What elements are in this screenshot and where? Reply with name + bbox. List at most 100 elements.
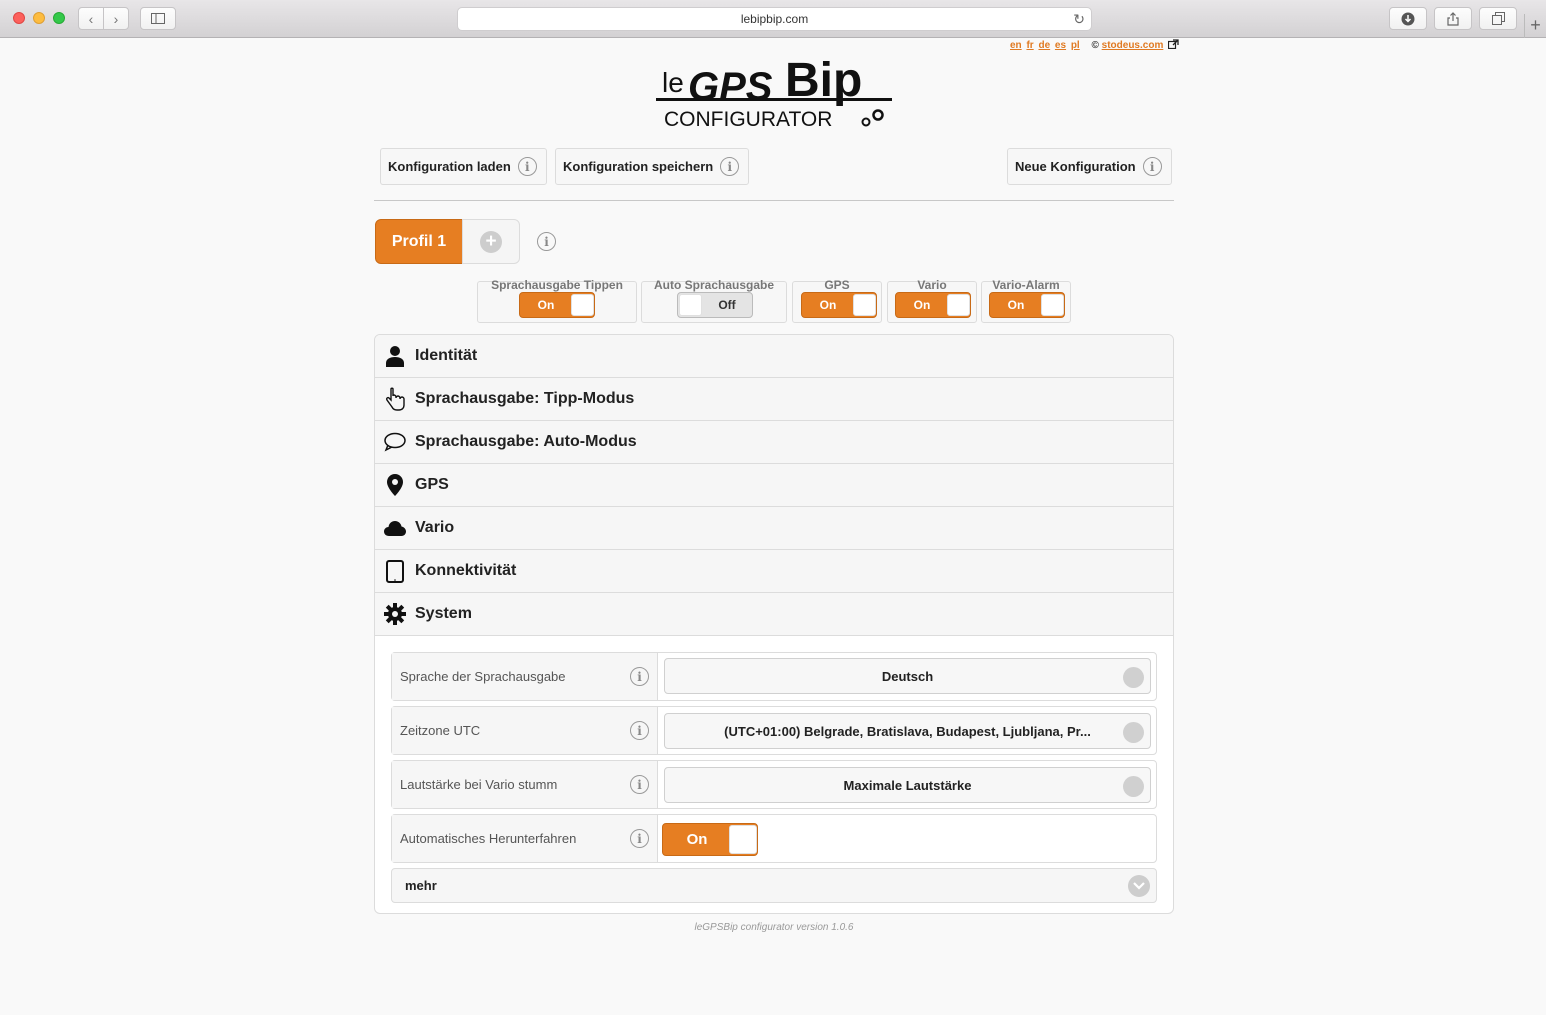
toggle-label: Vario-Alarm — [992, 278, 1060, 292]
toggle-knob — [853, 294, 876, 316]
new-config-button[interactable]: Neue Konfiguration i — [1007, 148, 1172, 185]
lang-en[interactable]: en — [1010, 40, 1022, 51]
toggle-knob — [679, 294, 702, 316]
map-marker-icon — [387, 474, 403, 496]
toggle-group-sprachausgabe-tippen: Sprachausgabe Tippen On — [477, 278, 637, 323]
share-button[interactable] — [1434, 7, 1472, 30]
toggle-gps[interactable]: On — [801, 292, 877, 318]
section-label: Identität — [415, 347, 478, 364]
lang-es[interactable]: es — [1055, 40, 1066, 51]
toggle-group-auto-sprachausgabe: Auto Sprachausgabe Off — [641, 278, 787, 323]
forward-button[interactable]: › — [103, 7, 129, 30]
info-icon[interactable]: i — [1142, 157, 1162, 176]
close-window-button[interactable] — [13, 12, 25, 24]
select-indicator-icon — [1123, 667, 1144, 688]
section-identitaet[interactable]: Identität — [375, 335, 1173, 378]
toggle-auto-sprachausgabe[interactable]: Off — [677, 292, 753, 318]
section-label: Sprachausgabe: Tipp-Modus — [415, 390, 635, 407]
add-profile-button[interactable]: + — [462, 219, 520, 264]
chevron-left-icon: ‹ — [88, 10, 94, 27]
sidebar-button[interactable] — [140, 7, 176, 30]
section-label: GPS — [415, 476, 449, 493]
lang-de[interactable]: de — [1038, 40, 1050, 51]
info-icon[interactable]: i — [537, 232, 556, 251]
toggle-knob — [571, 294, 594, 316]
lang-fr[interactable]: fr — [1026, 40, 1033, 51]
setting-label-container: Zeitzone UTC i — [392, 707, 658, 754]
zoom-window-button[interactable] — [53, 12, 65, 24]
toggle-knob — [947, 294, 970, 316]
toggle-vario[interactable]: On — [895, 292, 971, 318]
toggle-knob — [1041, 294, 1064, 316]
downloads-button[interactable] — [1389, 7, 1427, 30]
save-config-button[interactable]: Konfiguration speichern i — [555, 148, 750, 185]
external-link-icon[interactable] — [1168, 39, 1179, 50]
minimize-window-button[interactable] — [33, 12, 45, 24]
load-config-label: Konfiguration laden — [388, 159, 511, 174]
lang-pl[interactable]: pl — [1071, 40, 1080, 51]
setting-label-container: Lautstärke bei Vario stumm i — [392, 761, 658, 808]
language-links: en fr de es pl © stodeus.com — [1010, 39, 1179, 51]
info-icon[interactable]: i — [630, 829, 649, 848]
select-sprache[interactable]: Deutsch — [664, 658, 1151, 694]
toggle-state: On — [913, 298, 931, 312]
info-icon[interactable]: i — [630, 667, 649, 686]
speech-bubble-icon — [384, 432, 406, 452]
address-bar[interactable]: lebipbip.com ↻ — [457, 7, 1092, 31]
page: en fr de es pl © stodeus.com le GPS Bip … — [0, 38, 1546, 1015]
more-button[interactable]: mehr — [391, 868, 1157, 903]
section-tipp-modus[interactable]: Sprachausgabe: Tipp-Modus — [375, 378, 1173, 421]
setting-label-container: Automatisches Herunterfahren i — [392, 815, 658, 862]
toggle-group-gps: GPS On — [792, 278, 882, 323]
select-zeitzone[interactable]: (UTC+01:00) Belgrade, Bratislava, Budape… — [664, 713, 1151, 749]
section-vario[interactable]: Vario — [375, 507, 1173, 550]
tabs-overview-button[interactable] — [1479, 7, 1517, 30]
section-system[interactable]: System — [375, 593, 1173, 636]
setting-label: Automatisches Herunterfahren — [400, 831, 577, 846]
stodeus-link[interactable]: stodeus.com — [1102, 40, 1164, 51]
url-text: lebipbip.com — [740, 12, 809, 26]
info-icon[interactable]: i — [630, 775, 649, 794]
divider — [374, 200, 1174, 201]
toggle-state: Off — [718, 298, 736, 312]
select-lautstaerke[interactable]: Maximale Lautstärke — [664, 767, 1151, 803]
toggle-herunterfahren[interactable]: On — [662, 823, 758, 856]
plus-icon: + — [480, 230, 502, 253]
section-auto-modus[interactable]: Sprachausgabe: Auto-Modus — [375, 421, 1173, 464]
info-icon[interactable]: i — [517, 157, 537, 176]
setting-label: Sprache der Sprachausgabe — [400, 669, 566, 684]
reload-icon[interactable]: ↻ — [1073, 11, 1085, 28]
tabs-icon — [1491, 12, 1505, 25]
toggle-group-vario: Vario On — [887, 278, 977, 323]
toggle-label: Vario — [917, 278, 947, 292]
toggle-state: On — [819, 298, 837, 312]
new-config-label: Neue Konfiguration — [1015, 159, 1136, 174]
gears-icon — [861, 109, 884, 127]
cloud-icon — [384, 521, 406, 536]
tab-profile-1[interactable]: Profil 1 — [375, 219, 463, 264]
new-tab-button[interactable]: + — [1524, 14, 1546, 38]
toggle-sprachausgabe-tippen[interactable]: On — [519, 292, 595, 318]
logo-le: le — [662, 67, 684, 98]
toggle-vario-alarm[interactable]: On — [989, 292, 1065, 318]
select-value: Maximale Lautstärke — [843, 777, 972, 793]
load-config-button[interactable]: Konfiguration laden i — [380, 148, 547, 185]
section-label: Vario — [415, 519, 455, 536]
back-button[interactable]: ‹ — [78, 7, 104, 30]
section-gps[interactable]: GPS — [375, 464, 1173, 507]
setting-zeitzone: Zeitzone UTC i (UTC+01:00) Belgrade, Brat… — [391, 706, 1157, 755]
legpsbip-logo: le GPS Bip CONFIGURATOR — [656, 54, 892, 131]
save-config-label: Konfiguration speichern — [563, 159, 714, 174]
toggle-state: On — [1007, 298, 1025, 312]
copyright-symbol: © — [1091, 40, 1099, 51]
logo-gps: GPS — [688, 65, 773, 109]
setting-label: Zeitzone UTC — [400, 723, 481, 738]
section-konnektivitaet[interactable]: Konnektivität — [375, 550, 1173, 593]
settings-accordion: Identität Sprachausgabe: Tipp-Modus Spra… — [374, 334, 1174, 914]
pointing-hand-icon — [386, 387, 405, 411]
info-icon[interactable]: i — [720, 157, 740, 176]
info-icon[interactable]: i — [630, 721, 649, 740]
toggle-label: Sprachausgabe Tippen — [491, 278, 623, 292]
person-icon — [386, 346, 404, 367]
select-value: (UTC+01:00) Belgrade, Bratislava, Budape… — [724, 723, 1091, 739]
